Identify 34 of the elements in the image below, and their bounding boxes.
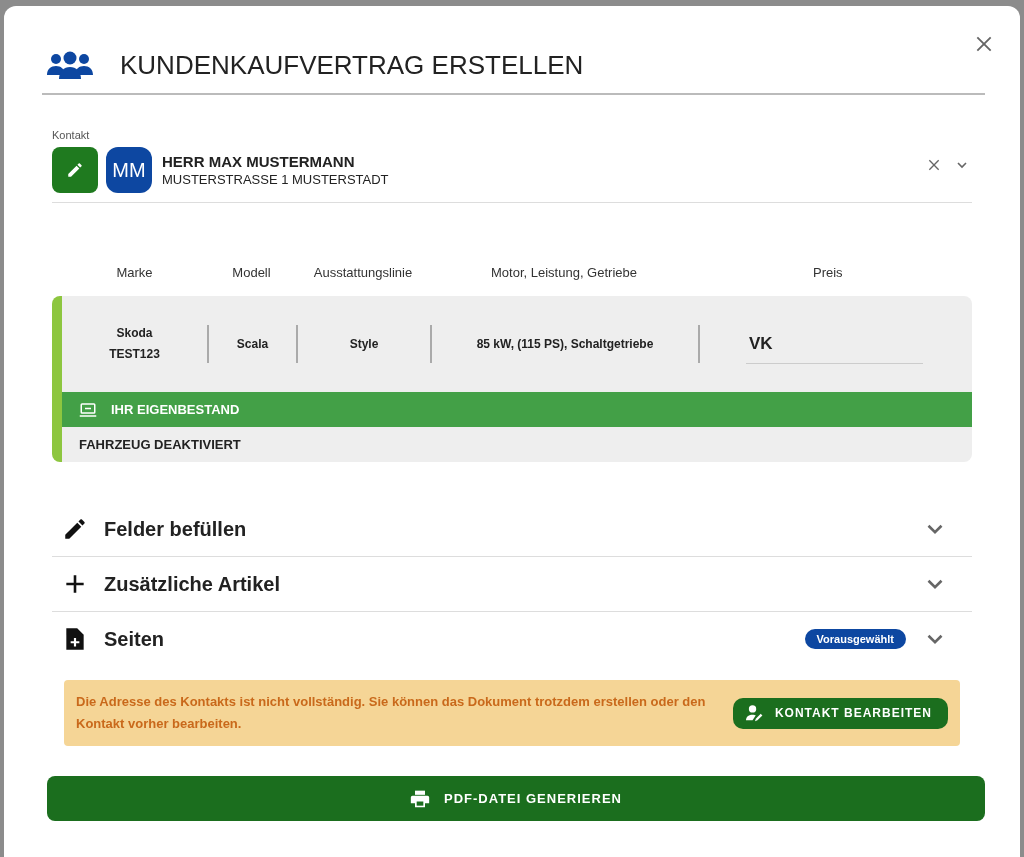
vehicle-engine: 85 kW, (115 PS), Schaltgetriebe — [476, 335, 654, 353]
column-header: Preis — [812, 265, 844, 280]
monitor-icon — [79, 401, 97, 418]
close-icon — [974, 34, 994, 54]
user-edit-icon — [744, 704, 765, 722]
accordion-header[interactable]: Zusätzliche Artikel — [52, 557, 972, 612]
vehicle-brand: Skoda — [116, 325, 153, 342]
vehicle-model: Scala — [236, 335, 269, 353]
generate-pdf-button[interactable]: PDF-DATEI GENERIEREN — [47, 776, 985, 821]
vehicle-id: TEST123 — [109, 346, 160, 363]
vehicle-status: FAHRZEUG DEAKTIVIERT — [78, 436, 242, 454]
column-header: Motor, Leistung, Getriebe — [490, 265, 638, 280]
column-header: Marke — [115, 265, 154, 280]
column-header: Modell — [231, 265, 272, 280]
people-icon — [46, 50, 94, 81]
avatar: MM — [106, 147, 152, 193]
contact-name: HERR MAX MUSTERMANN — [162, 153, 356, 170]
edit-contact-button[interactable]: KONTAKT BEARBEITEN — [732, 697, 948, 729]
pencil-icon — [66, 161, 84, 179]
price-field[interactable]: VK — [746, 330, 923, 364]
column-header: Ausstattungslinie — [312, 265, 414, 280]
preselected-badge: Vorausgewählt — [804, 629, 906, 649]
contact-address: MUSTERSTRASSE 1 MUSTERSTADT — [162, 172, 390, 187]
field-label: Kontakt — [52, 129, 91, 141]
accordion-header[interactable]: Felder befüllen — [52, 502, 972, 557]
pencil-icon — [62, 516, 88, 542]
edit-contact-button[interactable] — [52, 147, 98, 193]
stock-label: IHR EIGENBESTAND — [111, 402, 240, 417]
dialog-title: KUNDENKAUFVERTRAG ERSTELLEN — [120, 50, 584, 81]
accordion-header[interactable]: Seiten Vorausgewählt — [52, 612, 972, 666]
close-icon — [926, 157, 942, 173]
printer-icon — [410, 788, 431, 809]
warning-text: Die Adresse des Kontakts ist nicht vollständig. Sie können das Dokument trotzdem erstellen oder den Kontakt vorher bearbeiten. — [76, 693, 707, 733]
vehicle-trim: Style — [349, 335, 379, 353]
